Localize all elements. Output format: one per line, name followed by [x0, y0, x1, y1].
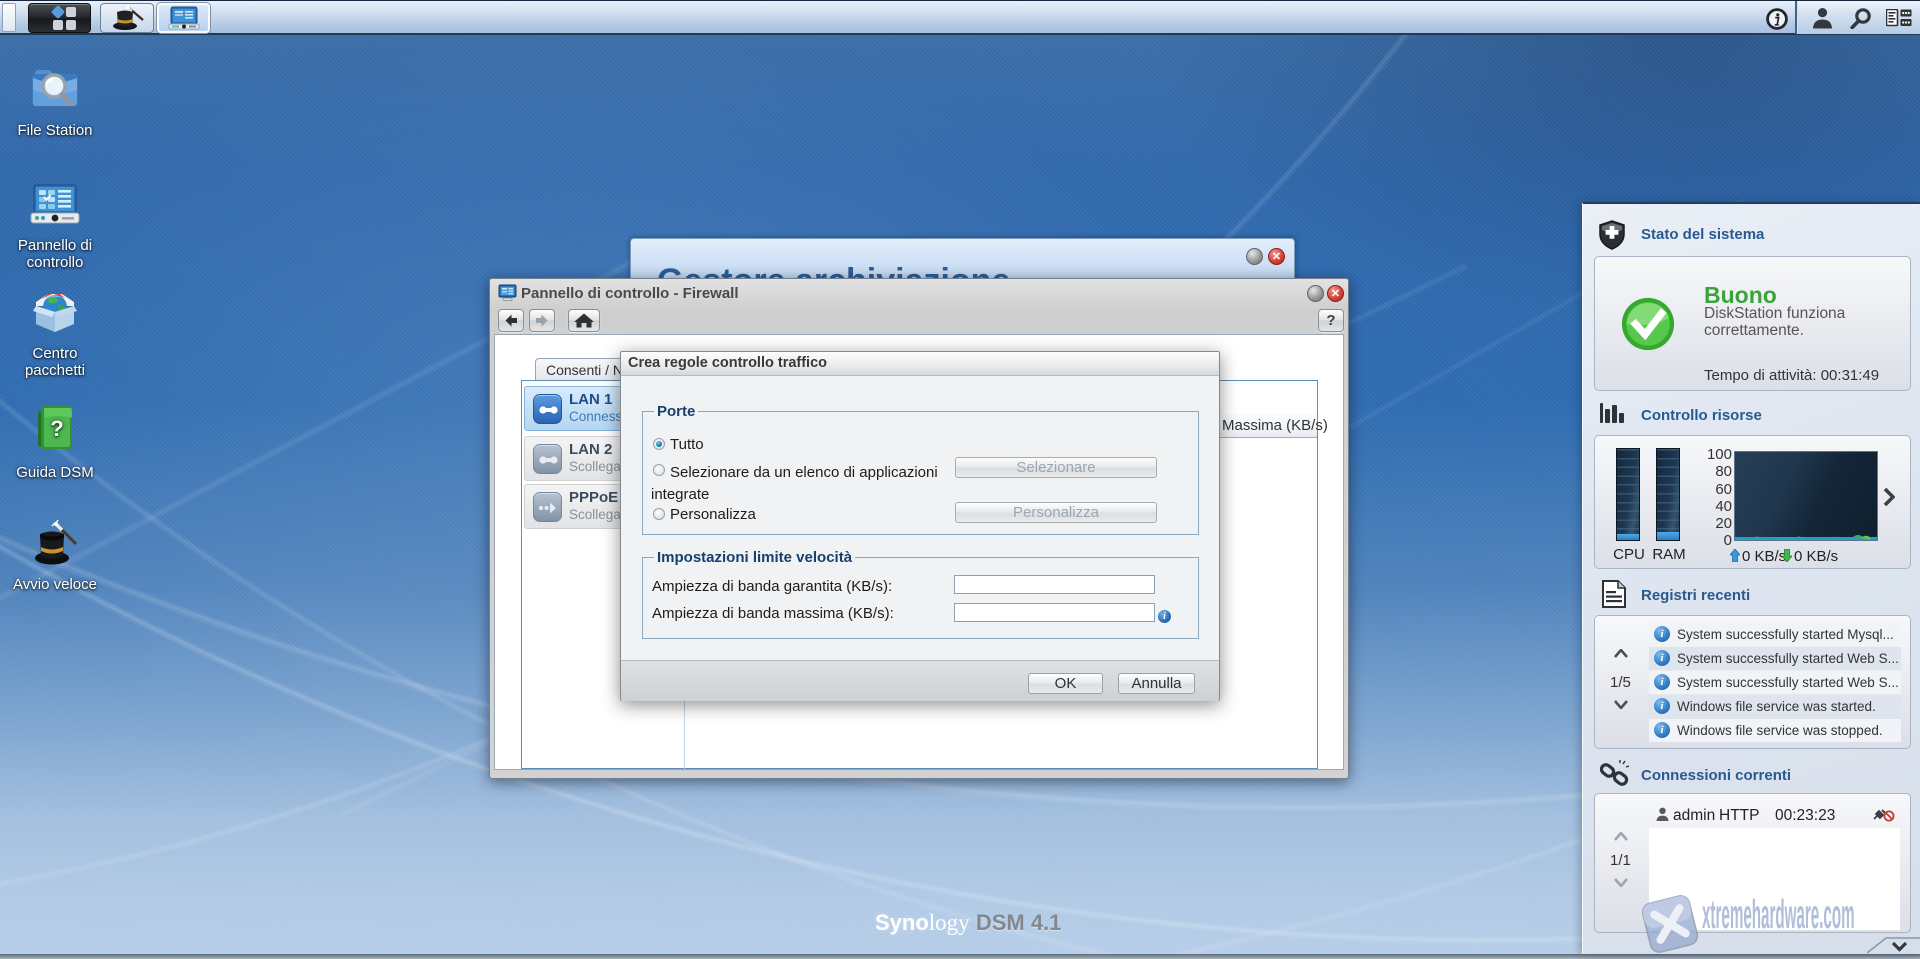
svg-text:?: ? [50, 416, 63, 441]
